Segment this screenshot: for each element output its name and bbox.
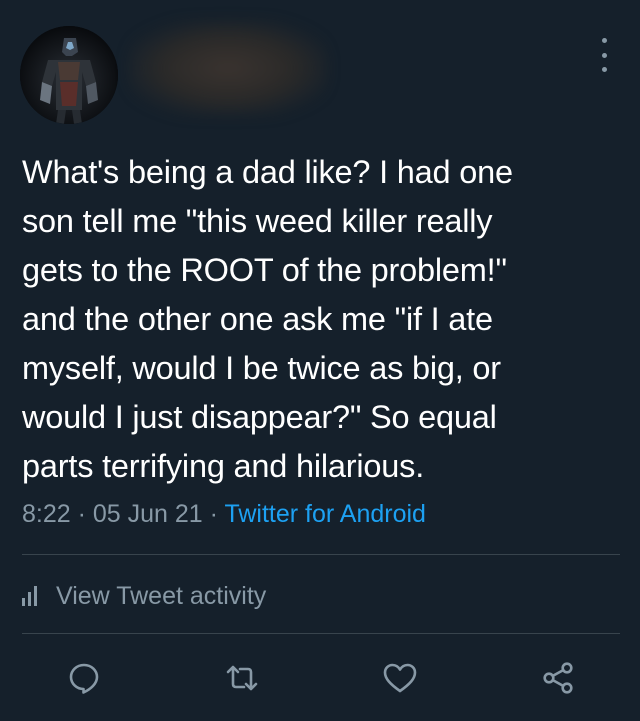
more-options-button[interactable] [592, 38, 616, 72]
share-icon [543, 662, 573, 694]
divider [22, 554, 620, 555]
view-tweet-activity-button[interactable]: View Tweet activity [22, 578, 266, 614]
avatar-figure-icon [20, 26, 118, 124]
avatar[interactable] [20, 26, 118, 124]
obscured-username [128, 20, 328, 116]
tweet-header [0, 0, 640, 130]
share-button[interactable] [534, 652, 582, 704]
tweet-time[interactable]: 8:22 [22, 500, 71, 528]
meta-separator: · [70, 500, 93, 528]
like-button[interactable] [376, 652, 424, 704]
bar-chart-icon [22, 586, 40, 606]
tweet-source-link[interactable]: Twitter for Android [224, 500, 425, 528]
retweet-button[interactable] [218, 652, 266, 704]
tweet-text: What's being a dad like? I had one son t… [22, 154, 513, 484]
more-vertical-icon [601, 38, 607, 43]
view-tweet-activity-label: View Tweet activity [56, 581, 267, 610]
tweet-meta: 8:22 · 05 Jun 21 · Twitter for Android [22, 500, 426, 529]
retweet-icon [226, 665, 258, 691]
divider [22, 633, 620, 634]
reply-button[interactable] [60, 652, 108, 704]
reply-icon [69, 663, 99, 694]
tweet-date[interactable]: 05 Jun 21 [93, 500, 203, 528]
tweet-actions [0, 652, 640, 704]
heart-icon [383, 663, 417, 693]
meta-separator: · [202, 500, 225, 528]
